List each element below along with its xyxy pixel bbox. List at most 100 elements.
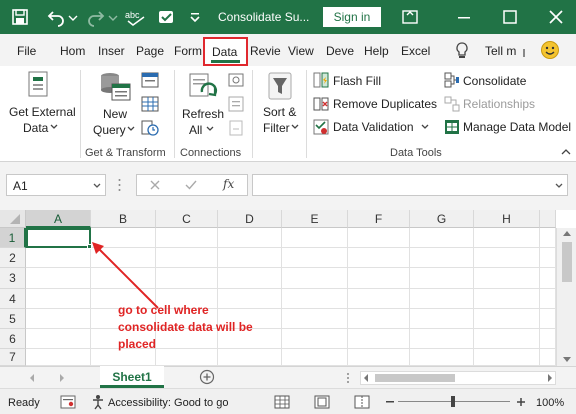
tab-page-layout[interactable]: Page [136,44,164,58]
save-icon[interactable] [10,7,30,27]
grid-cell[interactable] [218,228,282,248]
grid-cell[interactable] [282,228,348,248]
zoom-level[interactable]: 100% [536,397,564,409]
zoom-in-icon[interactable] [516,395,526,409]
formula-input[interactable] [252,174,568,196]
manage-data-model-icon[interactable] [444,119,460,135]
page-layout-view-icon[interactable] [314,395,330,409]
data-validation-button[interactable]: Data Validation [333,120,414,134]
row-header-7[interactable]: 7 [0,349,26,366]
grid-cell[interactable] [540,289,556,309]
grid-cell[interactable] [282,329,348,349]
name-box[interactable]: A1 [6,174,106,196]
get-external-data-dropdown-icon[interactable] [50,123,58,131]
grid-cell[interactable] [282,268,348,289]
grid-cell[interactable] [474,268,540,289]
tab-view[interactable]: View [288,44,314,58]
collapse-ribbon-icon[interactable] [561,148,571,156]
row-header-6[interactable]: 6 [0,329,26,349]
grid-cell[interactable] [218,268,282,289]
grid-cell[interactable] [474,329,540,349]
tab-home[interactable]: Hom [60,44,85,58]
zoom-slider-thumb[interactable] [451,396,455,407]
grid-cell[interactable] [540,349,556,366]
tab-help[interactable]: Help [364,44,389,58]
tab-file[interactable]: File [17,44,36,58]
smiley-feedback-icon[interactable] [540,40,560,60]
customize-toolbar-icon[interactable] [188,7,202,27]
tab-formulas[interactable]: Form [174,44,202,58]
grid-cell[interactable] [410,228,474,248]
sort-filter-dropdown-icon[interactable] [291,123,299,131]
sign-in-button[interactable]: Sign in [323,7,381,27]
tab-splitter[interactable] [346,371,350,385]
spelling-icon[interactable]: abc [124,7,148,27]
grid-cell[interactable] [282,309,348,329]
grid-cell[interactable] [410,289,474,309]
column-header-c[interactable]: C [156,210,218,228]
edit-links-icon[interactable] [228,120,244,136]
tell-me-search[interactable]: Tell m [485,44,516,58]
sort-filter-label-2[interactable]: Filter [263,121,290,135]
grid-cell[interactable] [348,248,410,268]
grid-cell[interactable] [410,268,474,289]
row-header-3[interactable]: 3 [0,268,26,289]
column-header-b[interactable]: B [91,210,156,228]
scroll-sheets-right-icon[interactable] [58,373,66,383]
properties-icon[interactable] [228,96,244,112]
lightbulb-icon[interactable] [454,41,470,61]
vertical-scrollbar[interactable] [556,228,576,366]
row-header-2[interactable]: 2 [0,248,26,268]
horizontal-scrollbar[interactable] [360,371,556,385]
cancel-icon[interactable] [149,179,161,191]
refresh-all-label-2[interactable]: All [189,123,202,137]
zoom-out-icon[interactable] [385,395,395,409]
data-validation-icon[interactable] [313,119,329,135]
ribbon-display-icon[interactable] [400,7,420,27]
new-query-icon[interactable] [98,70,132,102]
sort-filter-icon[interactable] [268,72,292,102]
grid-cell[interactable] [348,349,410,366]
column-header-d[interactable]: D [218,210,282,228]
get-external-data-icon[interactable] [26,70,52,100]
grid-cell[interactable] [282,349,348,366]
grid-cell[interactable] [348,309,410,329]
close-icon[interactable] [546,7,566,27]
grid-cell[interactable] [282,248,348,268]
get-external-data-label[interactable]: Get External [9,105,76,119]
column-header-f[interactable]: F [348,210,410,228]
grid-cell[interactable] [540,329,556,349]
grid-cell[interactable] [540,228,556,248]
relationships-button[interactable]: Relationships [463,97,535,111]
accessibility-icon[interactable] [90,394,106,410]
grid-cell[interactable] [474,228,540,248]
name-box-dropdown-icon[interactable] [93,182,101,190]
tab-review[interactable]: Revie [250,44,281,58]
formula-bar-splitter[interactable] [118,176,121,194]
grid-cell[interactable] [348,228,410,248]
show-queries-icon[interactable] [141,72,159,88]
grid-cell[interactable] [26,329,91,349]
refresh-all-label[interactable]: Refresh [182,107,224,121]
grid-cell[interactable] [474,349,540,366]
column-header-h[interactable]: H [474,210,540,228]
new-query-label[interactable]: New [103,107,127,121]
tab-excel[interactable]: Excel [401,44,430,58]
undo-icon[interactable] [46,7,66,27]
grid-cell[interactable] [474,289,540,309]
tab-data[interactable]: Data [203,37,248,66]
flash-fill-icon[interactable] [313,72,329,88]
select-all-corner[interactable] [0,210,26,228]
remove-duplicates-button[interactable]: Remove Duplicates [333,97,437,111]
refresh-all-icon[interactable] [188,72,218,104]
maximize-icon[interactable] [500,7,520,27]
sheet-tab-sheet1[interactable]: Sheet1 [100,366,164,388]
data-validation-dropdown-icon[interactable] [421,123,429,131]
grid-cell[interactable] [410,329,474,349]
grid-cell[interactable] [410,309,474,329]
grid-cell[interactable] [474,248,540,268]
new-query-label-2[interactable]: Query [93,123,126,137]
refresh-all-dropdown-icon[interactable] [206,125,214,133]
grid-cell[interactable] [348,329,410,349]
consolidate-button[interactable]: Consolidate [463,74,526,88]
